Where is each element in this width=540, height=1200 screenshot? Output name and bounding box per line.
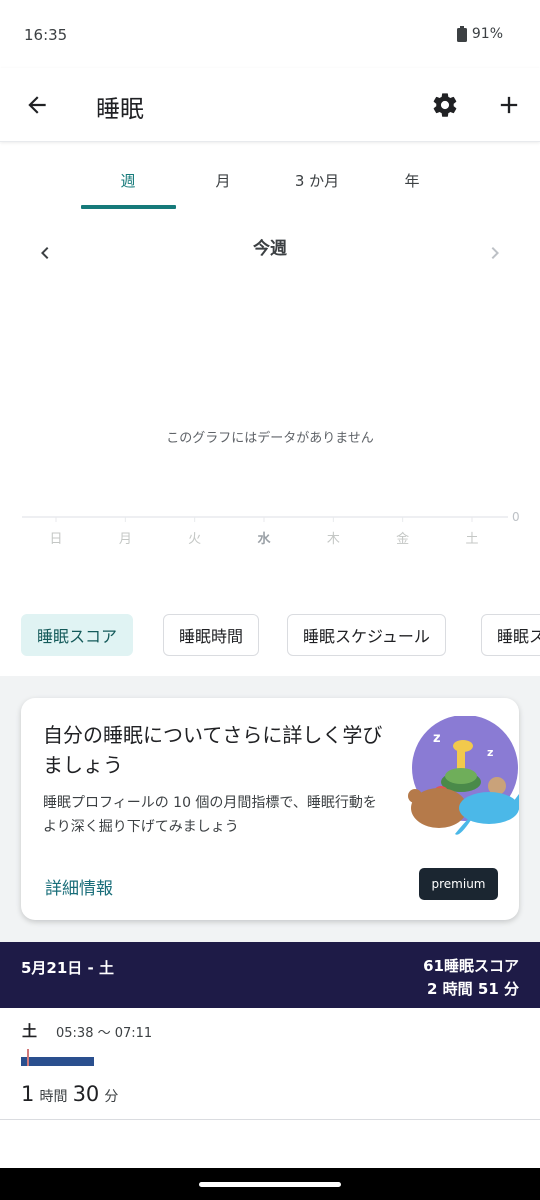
x-tick-label-0: 日 <box>49 532 62 547</box>
svg-text:z: z <box>487 746 493 759</box>
x-tick-label-6: 土 <box>465 532 478 547</box>
tab-month[interactable]: 月 <box>176 170 270 191</box>
metric-chips: 睡眠スコア 睡眠時間 睡眠スケジュール 睡眠ス <box>0 614 540 656</box>
day-total-duration: 2 時間 51 分 <box>427 980 519 998</box>
sleep-chart: 0 日 月 火 水 木 金 土 このグラフにはデータがありません <box>0 290 540 560</box>
entry-day: 土 <box>22 1022 38 1040</box>
back-button[interactable] <box>18 86 56 124</box>
next-period-button[interactable] <box>480 238 510 268</box>
tab-year[interactable]: 年 <box>365 170 459 191</box>
chart-svg: 0 日 月 火 水 木 金 土 <box>22 510 520 547</box>
status-right: 91% <box>456 26 503 42</box>
day-summary-header: 5月21日 - 土 61睡眠スコア 2 時間 51 分 <box>0 942 540 1008</box>
add-button[interactable] <box>490 86 528 124</box>
day-sleep-score: 61睡眠スコア <box>423 957 519 975</box>
system-navigation-bar <box>0 1168 540 1200</box>
chart-empty-message: このグラフにはデータがありません <box>166 431 374 446</box>
chip-sleep-schedule[interactable]: 睡眠スケジュール <box>287 614 446 656</box>
period-tabs: 週 月 3 か月 年 <box>0 142 540 212</box>
premium-promo-card[interactable]: 自分の睡眠についてさらに詳しく学びましょう 睡眠プロフィールの 10 個の月間指… <box>21 698 519 920</box>
x-tick-label-1: 月 <box>119 532 132 547</box>
x-tick-label-2: 火 <box>188 532 201 547</box>
details-link[interactable]: 詳細情報 <box>45 874 113 899</box>
period-label: 今週 <box>253 239 287 259</box>
day-date: 5月21日 - 土 <box>21 959 114 977</box>
tab-week[interactable]: 週 <box>81 170 175 191</box>
gear-icon <box>433 93 457 117</box>
battery-level: 91% <box>471 26 503 42</box>
page-title: 睡眠 <box>96 95 144 123</box>
tab-indicator <box>81 205 176 209</box>
status-bar: 16:35 91% <box>0 0 540 68</box>
y-tick-label: 0 <box>512 510 520 524</box>
entry-hours-unit: 時間 <box>39 1089 68 1105</box>
sleep-timeline-marker <box>27 1049 29 1066</box>
sleep-log-entry[interactable]: 土 05:38 〜 07:11 1 時間 30 分 <box>0 1008 540 1120</box>
home-gesture-pill[interactable] <box>199 1182 341 1187</box>
entry-minutes: 30 <box>72 1082 100 1106</box>
chip-sleep-duration[interactable]: 睡眠時間 <box>163 614 260 656</box>
sleeping-animals-illustration: z z <box>408 716 519 835</box>
svg-text:z: z <box>433 731 441 746</box>
entry-duration: 1 時間 30 分 <box>21 1082 118 1106</box>
premium-badge: premium <box>419 868 498 900</box>
chip-sleep-score[interactable]: 睡眠スコア <box>21 614 134 656</box>
entry-time-range: 05:38 〜 07:11 <box>56 1026 153 1041</box>
tab-3-months[interactable]: 3 か月 <box>270 170 364 191</box>
plus-icon <box>500 96 518 114</box>
x-tick-label-5: 金 <box>396 531 409 547</box>
app-bar: 睡眠 <box>0 68 540 142</box>
promo-description: 睡眠プロフィールの 10 個の月間指標で、睡眠行動をより深く掘り下げてみましょう <box>43 795 377 835</box>
x-tick-label-3: 水 <box>257 531 271 547</box>
x-tick-label-4: 木 <box>327 532 340 547</box>
battery-icon <box>456 26 467 42</box>
settings-button[interactable] <box>428 88 462 122</box>
promo-title: 自分の睡眠についてさらに詳しく学びましょう <box>43 723 383 777</box>
entry-minutes-unit: 分 <box>104 1089 119 1105</box>
sleep-timeline-bar <box>21 1057 94 1066</box>
period-navigation: 今週 <box>0 228 540 278</box>
status-time: 16:35 <box>24 26 68 44</box>
chip-sleep-stages[interactable]: 睡眠ス <box>481 614 540 656</box>
chevron-right-icon <box>491 247 499 259</box>
entry-hours: 1 <box>21 1082 35 1106</box>
arrow-left-icon <box>28 96 46 114</box>
